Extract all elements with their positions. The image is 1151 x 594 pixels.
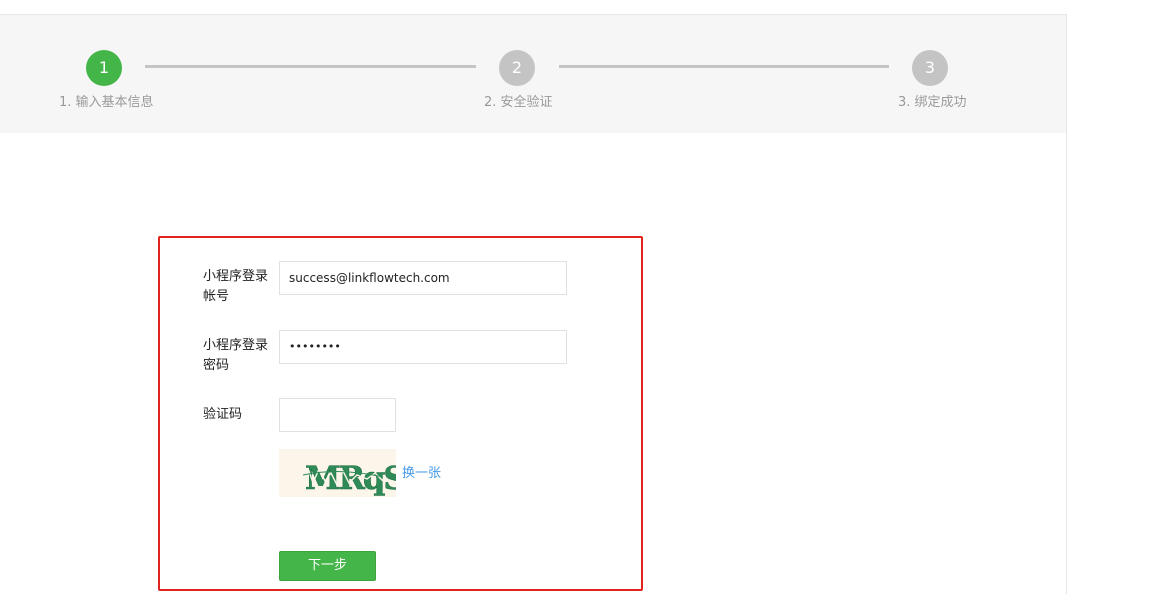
- step-3-circle: 3: [912, 50, 948, 86]
- captcha-label: 验证码: [203, 407, 243, 422]
- password-input[interactable]: ••••••••: [279, 330, 567, 364]
- step-3-label: 3. 绑定成功: [898, 95, 967, 110]
- next-button[interactable]: 下一步: [279, 551, 376, 581]
- password-label: 小程序登录密码: [203, 338, 269, 373]
- step-indicator: 1 1. 输入基本信息 2 2. 安全验证 3 3. 绑定成功: [0, 15, 1066, 133]
- refresh-captcha-link[interactable]: 换一张: [402, 462, 441, 481]
- main-panel: 1 1. 输入基本信息 2 2. 安全验证 3 3. 绑定成功 小程序登录帐号 …: [0, 14, 1067, 594]
- captcha-graphic: MRqS: [279, 449, 396, 497]
- step-connector-1: [145, 65, 476, 68]
- bind-form: 小程序登录帐号 success@linkflowtech.com 小程序登录密码…: [158, 236, 643, 591]
- step-2-circle: 2: [499, 50, 535, 86]
- step-2-label: 2. 安全验证: [484, 95, 553, 110]
- step-1-circle: 1: [86, 50, 122, 86]
- captcha-image[interactable]: MRqS: [279, 449, 396, 497]
- step-connector-2: [559, 65, 889, 68]
- step-1-label: 1. 输入基本信息: [59, 95, 154, 110]
- account-input[interactable]: success@linkflowtech.com: [279, 261, 567, 295]
- captcha-input[interactable]: [279, 398, 396, 432]
- captcha-text: MRqS: [305, 459, 396, 497]
- account-label: 小程序登录帐号: [203, 269, 269, 304]
